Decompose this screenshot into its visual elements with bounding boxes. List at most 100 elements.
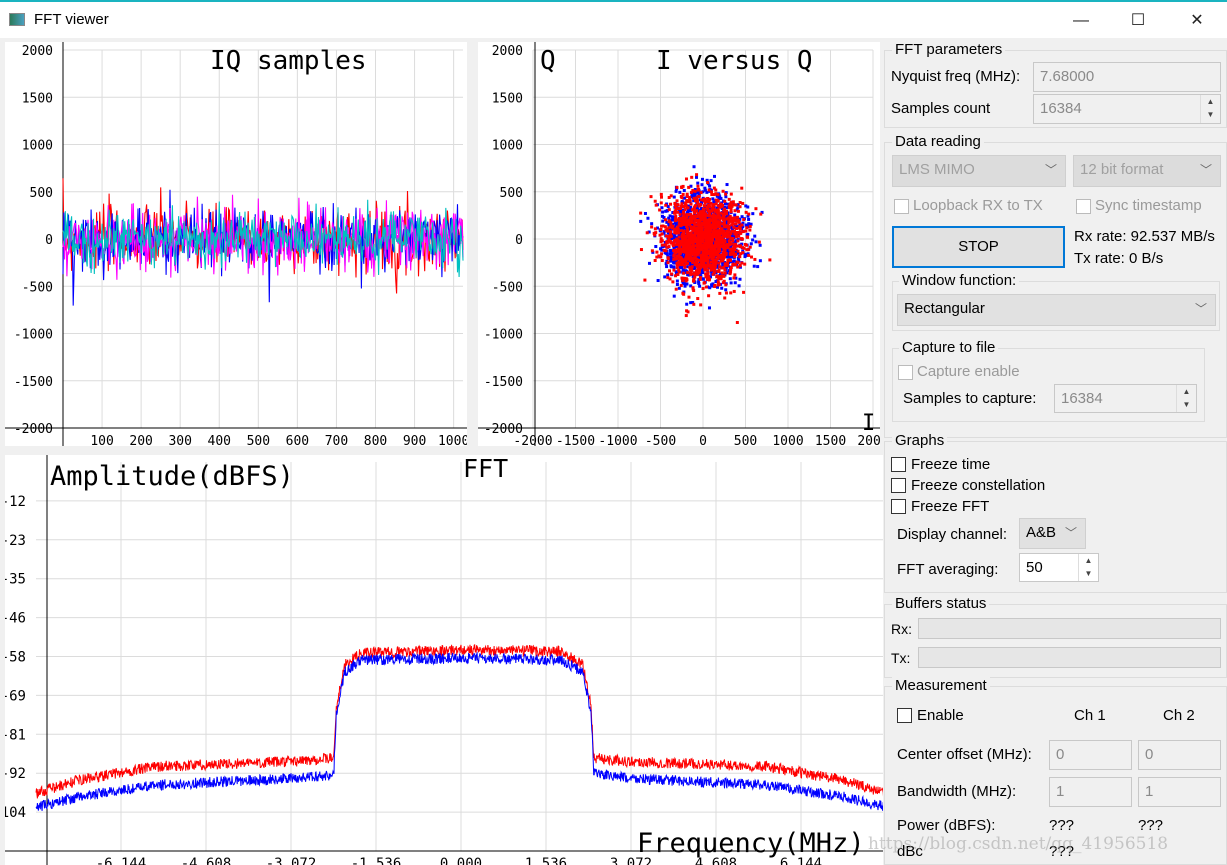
constellation-point bbox=[708, 237, 712, 241]
fft-plot-title: FFT bbox=[463, 455, 508, 483]
capture-enable-checkbox[interactable] bbox=[898, 365, 913, 380]
constellation-point bbox=[732, 259, 736, 263]
constellation-point bbox=[711, 272, 715, 276]
device-select[interactable]: LMS MIMO ﹀ bbox=[892, 155, 1066, 187]
constellation-point bbox=[723, 264, 727, 268]
constellation-point bbox=[711, 266, 715, 270]
power-ch2-value: ??? bbox=[1138, 817, 1164, 834]
freeze-constellation-checkbox[interactable] bbox=[891, 478, 906, 493]
constellation-point bbox=[678, 212, 682, 216]
stop-button[interactable]: STOP bbox=[892, 226, 1065, 268]
constellation-point bbox=[718, 265, 722, 269]
constellation-point bbox=[671, 224, 675, 228]
display-channel-select[interactable]: A&B ﹀ bbox=[1019, 518, 1086, 549]
fft-averaging-stepper[interactable]: 50 ▲ ▼ bbox=[1019, 553, 1099, 582]
constellation-point bbox=[718, 202, 722, 206]
constellation-point bbox=[692, 302, 696, 306]
constellation-point bbox=[702, 264, 706, 268]
y-tick-label: -104 bbox=[5, 805, 26, 821]
spin-arrows-icon[interactable]: ▲ ▼ bbox=[1200, 95, 1220, 123]
bandwidth-ch1-input[interactable]: 1 bbox=[1049, 777, 1132, 807]
constellation-point bbox=[740, 237, 744, 241]
constellation-point bbox=[733, 232, 737, 236]
constellation-point bbox=[680, 265, 684, 269]
measurement-enable-checkbox[interactable] bbox=[897, 708, 912, 723]
constellation-point bbox=[713, 209, 717, 213]
constellation-point bbox=[748, 224, 752, 228]
center-offset-ch2-input[interactable]: 0 bbox=[1138, 740, 1221, 770]
format-select-value: 12 bit format bbox=[1080, 161, 1164, 178]
constellation-point bbox=[727, 219, 731, 223]
constellation-point bbox=[669, 202, 673, 206]
y-tick-label: -46 bbox=[5, 611, 26, 627]
data-reading-title: Data reading bbox=[892, 133, 984, 150]
samples-count-stepper[interactable]: 16384 ▲ ▼ bbox=[1033, 94, 1221, 124]
constellation-point bbox=[716, 253, 720, 257]
constellation-point bbox=[707, 232, 711, 236]
constellation-point bbox=[653, 227, 657, 231]
constellation-point bbox=[725, 183, 729, 187]
nyquist-input[interactable]: 7.68000 bbox=[1033, 62, 1221, 92]
constellation-point bbox=[672, 254, 676, 258]
constellation-point bbox=[653, 199, 657, 203]
constellation-point bbox=[669, 230, 673, 234]
constellation-point bbox=[716, 234, 720, 238]
constellation-point bbox=[689, 202, 693, 206]
spin-arrows-icon[interactable]: ▲ ▼ bbox=[1078, 554, 1098, 581]
constellation-point bbox=[676, 263, 680, 267]
y-tick-label: -500 bbox=[492, 280, 523, 295]
constellation-point bbox=[682, 188, 686, 192]
sync-timestamp-checkbox[interactable] bbox=[1076, 199, 1091, 214]
freeze-fft-checkbox[interactable] bbox=[891, 499, 906, 514]
constellation-point bbox=[756, 265, 760, 269]
constellation-point bbox=[735, 260, 739, 264]
constellation-point bbox=[738, 255, 742, 259]
x-tick-label: 100 bbox=[90, 434, 113, 446]
tx-rate: Tx rate: 0 B/s bbox=[1074, 250, 1164, 267]
constellation-point bbox=[656, 279, 660, 283]
constellation-point bbox=[655, 255, 659, 259]
format-select[interactable]: 12 bit format ﹀ bbox=[1073, 155, 1221, 187]
minimize-button[interactable]: — bbox=[1058, 6, 1104, 36]
constellation-point bbox=[660, 259, 664, 263]
constellation-point bbox=[728, 272, 732, 276]
constellation-point bbox=[696, 231, 700, 235]
constellation-point bbox=[743, 262, 747, 266]
center-offset-ch1-input[interactable]: 0 bbox=[1049, 740, 1132, 770]
loopback-checkbox[interactable] bbox=[894, 199, 909, 214]
constellation-point bbox=[711, 263, 715, 267]
tx-buffer-progress bbox=[918, 647, 1221, 668]
chevron-down-icon: ﹀ bbox=[1199, 163, 1212, 177]
constellation-point bbox=[720, 286, 724, 290]
constellation-point bbox=[738, 224, 742, 228]
constellation-point bbox=[669, 234, 673, 238]
y-tick-label: 0 bbox=[515, 233, 523, 248]
constellation-point bbox=[674, 251, 678, 255]
freeze-time-checkbox[interactable] bbox=[891, 457, 906, 472]
window-function-select[interactable]: Rectangular ﹀ bbox=[897, 294, 1216, 326]
constellation-point bbox=[682, 246, 686, 250]
constellation-point bbox=[751, 212, 755, 216]
bandwidth-ch2-input[interactable]: 1 bbox=[1138, 777, 1221, 807]
constellation-point bbox=[690, 267, 694, 271]
graphs-title: Graphs bbox=[892, 432, 948, 449]
constellation-point bbox=[717, 247, 721, 251]
constellation-point bbox=[728, 277, 732, 281]
constellation-point bbox=[751, 238, 755, 242]
constellation-point bbox=[734, 243, 738, 247]
constellation-point bbox=[701, 209, 705, 213]
y-tick-label: -35 bbox=[5, 572, 26, 588]
constellation-point bbox=[701, 237, 705, 241]
maximize-button[interactable]: ☐ bbox=[1115, 6, 1161, 36]
constellation-point bbox=[727, 224, 731, 228]
constellation-point bbox=[673, 201, 677, 205]
close-button[interactable]: ✕ bbox=[1174, 6, 1220, 36]
constellation-point bbox=[721, 217, 725, 221]
samples-to-capture-stepper[interactable]: 16384 ▲ ▼ bbox=[1054, 384, 1197, 413]
fft-series-line bbox=[35, 651, 883, 811]
constellation-point bbox=[681, 268, 685, 272]
tx-buffer-label: Tx: bbox=[891, 650, 911, 666]
constellation-point bbox=[747, 217, 751, 221]
constellation-point bbox=[707, 306, 711, 310]
spin-arrows-icon[interactable]: ▲ ▼ bbox=[1176, 385, 1196, 412]
